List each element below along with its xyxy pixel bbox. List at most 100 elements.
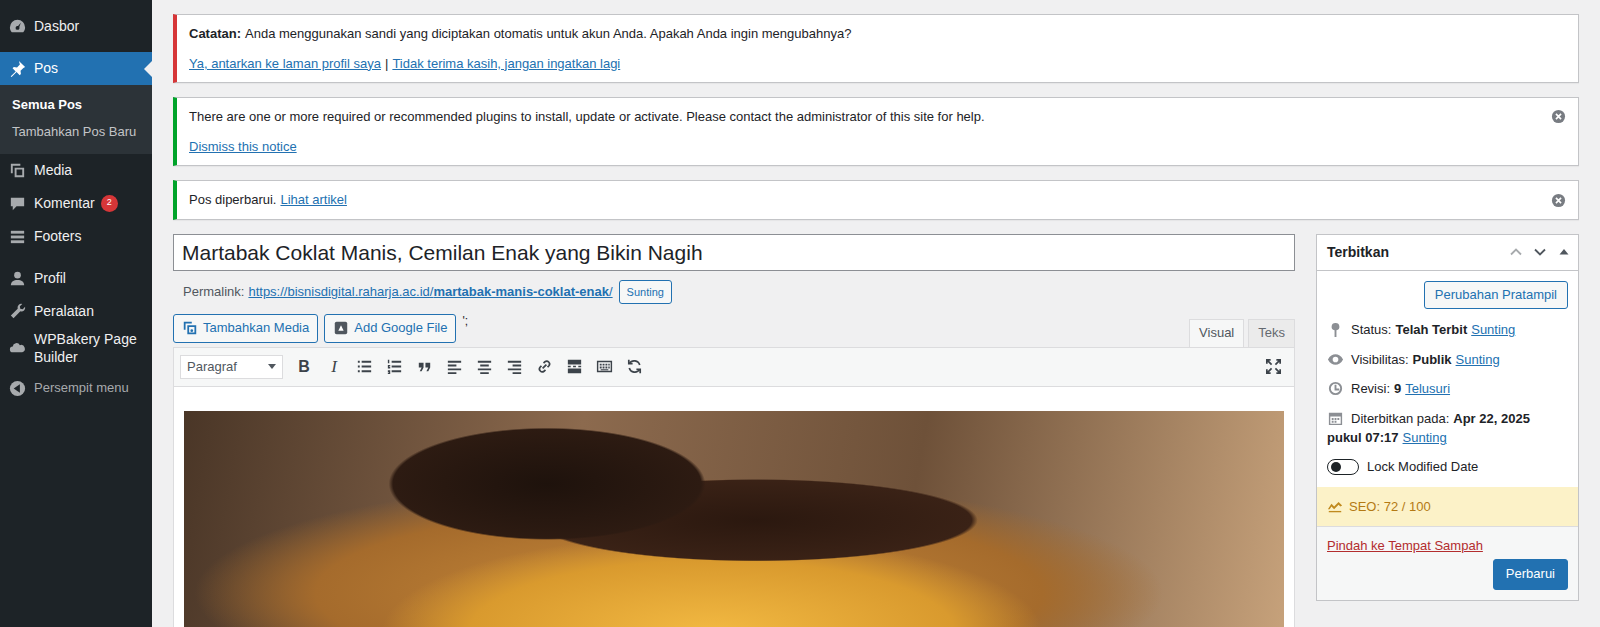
publish-row-link[interactable]: Sunting	[1456, 352, 1500, 367]
google-file-icon	[333, 320, 349, 336]
toolbar-button[interactable]	[589, 352, 619, 382]
sidebar-item[interactable]: Footers	[0, 220, 152, 253]
lock-label: Lock Modified Date	[1367, 459, 1478, 474]
format-select[interactable]: Paragraf	[180, 355, 283, 379]
notice-links: Dismiss this notice	[189, 135, 1541, 159]
publish-row-link[interactable]: Telusuri	[1405, 381, 1450, 396]
notice-text: There are one or more required or recomm…	[189, 105, 1541, 129]
submenu-item[interactable]: Tambahkan Pos Baru	[0, 119, 152, 146]
editor-tabs: VisualTeks	[1189, 319, 1295, 347]
menu-group: Dasbor	[0, 10, 152, 43]
lock-row: Lock Modified Date	[1317, 453, 1578, 487]
chevron-up-icon[interactable]	[1508, 244, 1524, 260]
toolbar-button[interactable]	[349, 352, 379, 382]
publish-box-header: Terbitkan	[1317, 235, 1578, 271]
notice-links: Lihat artikel	[280, 188, 346, 212]
toolbar-button[interactable]	[559, 352, 589, 382]
toolbar-button[interactable]	[409, 352, 439, 382]
sidebar-label: WPBakery Page Builder	[34, 330, 146, 366]
quote-icon	[415, 357, 434, 376]
toolbar-button[interactable]	[499, 352, 529, 382]
media-row: Tambahkan MediaAdd Google File '; VisualTe…	[173, 314, 1295, 347]
sidebar-item[interactable]: Peralatan	[0, 295, 152, 328]
notice-links: Ya, antarkan ke laman profil saya|Tidak …	[189, 52, 1566, 76]
count-badge: 2	[101, 195, 118, 212]
sidebar-item[interactable]: Dasbor	[0, 10, 152, 43]
notice-text: Catatan:Anda menggunakan sandi yang dici…	[189, 22, 1566, 46]
sidebar-item[interactable]: Pos	[0, 52, 152, 85]
link-icon	[535, 357, 554, 376]
eye-icon	[1327, 351, 1344, 368]
sidebar-label: Pos	[34, 59, 58, 77]
notice: Pos diperbarui. Lihat artikel	[173, 180, 1579, 220]
sidebar-item[interactable]: Komentar2	[0, 187, 152, 220]
notice: There are one or more required or recomm…	[173, 97, 1579, 166]
update-button[interactable]: Perbarui	[1493, 559, 1568, 590]
title-input[interactable]	[173, 234, 1295, 271]
post-image[interactable]	[184, 411, 1284, 627]
sidebar-item[interactable]: Media	[0, 154, 152, 187]
format-button[interactable]: I	[319, 352, 349, 382]
dismiss-icon[interactable]	[1551, 193, 1566, 208]
editor-content[interactable]	[173, 387, 1295, 627]
editor-tab[interactable]: Visual	[1189, 319, 1244, 347]
permalink-row: Permalink:https://bisnisdigital.raharja.…	[173, 278, 1295, 306]
collapse-menu-button[interactable]: Persempit menu	[0, 372, 152, 405]
lock-toggle[interactable]	[1327, 459, 1359, 475]
publish-row: Visibilitas:PublikSunting	[1317, 345, 1578, 375]
align-left-icon	[445, 357, 464, 376]
menu-group: ProfilPeralatanWPBakery Page Builder	[0, 262, 152, 368]
publish-row: Status:Telah TerbitSunting	[1317, 315, 1578, 345]
edit-permalink-button[interactable]: Sunting	[619, 280, 672, 304]
notice-link[interactable]: Tidak terima kasih, jangan ingatkan lagi	[392, 56, 620, 71]
preview-button[interactable]: Perubahan Pratampil	[1424, 281, 1568, 310]
notice-link[interactable]: Dismiss this notice	[189, 139, 297, 154]
sidebar-item[interactable]: WPBakery Page Builder	[0, 328, 152, 368]
bullet-list-icon	[355, 357, 374, 376]
sidebar-label: Media	[34, 161, 72, 179]
toolbar-button[interactable]	[439, 352, 469, 382]
notice-link[interactable]: Lihat artikel	[280, 192, 346, 207]
fullscreen-button[interactable]	[1258, 352, 1288, 382]
dismiss-icon[interactable]	[1551, 109, 1566, 124]
media-button[interactable]: Add Google File	[324, 314, 456, 343]
fullscreen-icon	[1264, 357, 1283, 376]
permalink-link[interactable]: https://bisnisdigital.raharja.ac.id/mart…	[248, 284, 612, 299]
publish-actions: Pindah ke Tempat Sampah Perbarui	[1317, 526, 1578, 600]
notice-text: Pos diperbarui.	[189, 188, 276, 212]
notice-body: Catatan:Anda menggunakan sandi yang dici…	[189, 16, 1566, 81]
notice-link[interactable]: Ya, antarkan ke laman profil saya	[189, 56, 381, 71]
publish-row-link[interactable]: Sunting	[1403, 430, 1447, 445]
editor-row: Permalink:https://bisnisdigital.raharja.…	[173, 234, 1579, 627]
publish-box-title: Terbitkan	[1327, 244, 1389, 260]
toolbar-button[interactable]	[529, 352, 559, 382]
toolbar-button[interactable]	[469, 352, 499, 382]
notice-body: There are one or more required or recomm…	[189, 99, 1541, 164]
numbered-list-icon	[385, 357, 404, 376]
admin-sidebar: Dasbor Pos Semua PosTambahkan Pos Baru Medi…	[0, 0, 152, 627]
publish-row-link[interactable]: Sunting	[1471, 322, 1515, 337]
editor-column: Permalink:https://bisnisdigital.raharja.…	[173, 234, 1295, 627]
toolbar-button[interactable]	[379, 352, 409, 382]
sidebar-label: Footers	[34, 227, 81, 245]
seo-score: SEO: 72 / 100	[1317, 487, 1578, 526]
pin-icon	[1327, 321, 1344, 338]
trash-link[interactable]: Pindah ke Tempat Sampah	[1327, 537, 1483, 555]
collapse-triangle-icon[interactable]	[1556, 244, 1572, 260]
media-icon	[8, 161, 27, 180]
toolbar-button[interactable]	[619, 352, 649, 382]
editor-toolbar: ParagrafBI	[173, 347, 1295, 387]
stray-text: ';	[462, 314, 468, 328]
menu-group: Pos Semua PosTambahkan Pos Baru Media Komen…	[0, 52, 152, 253]
chevron-down-icon[interactable]	[1532, 244, 1548, 260]
editor-tab[interactable]: Teks	[1248, 319, 1295, 347]
format-button[interactable]: B	[289, 352, 319, 382]
history-icon	[1327, 380, 1344, 397]
add-media-icon	[182, 320, 198, 336]
media-button[interactable]: Tambahkan Media	[173, 314, 318, 343]
pushpin-icon	[8, 59, 27, 78]
user-icon	[8, 269, 27, 288]
submenu-item[interactable]: Semua Pos	[0, 92, 152, 119]
cloud-icon	[8, 338, 27, 357]
sidebar-item[interactable]: Profil	[0, 262, 152, 295]
